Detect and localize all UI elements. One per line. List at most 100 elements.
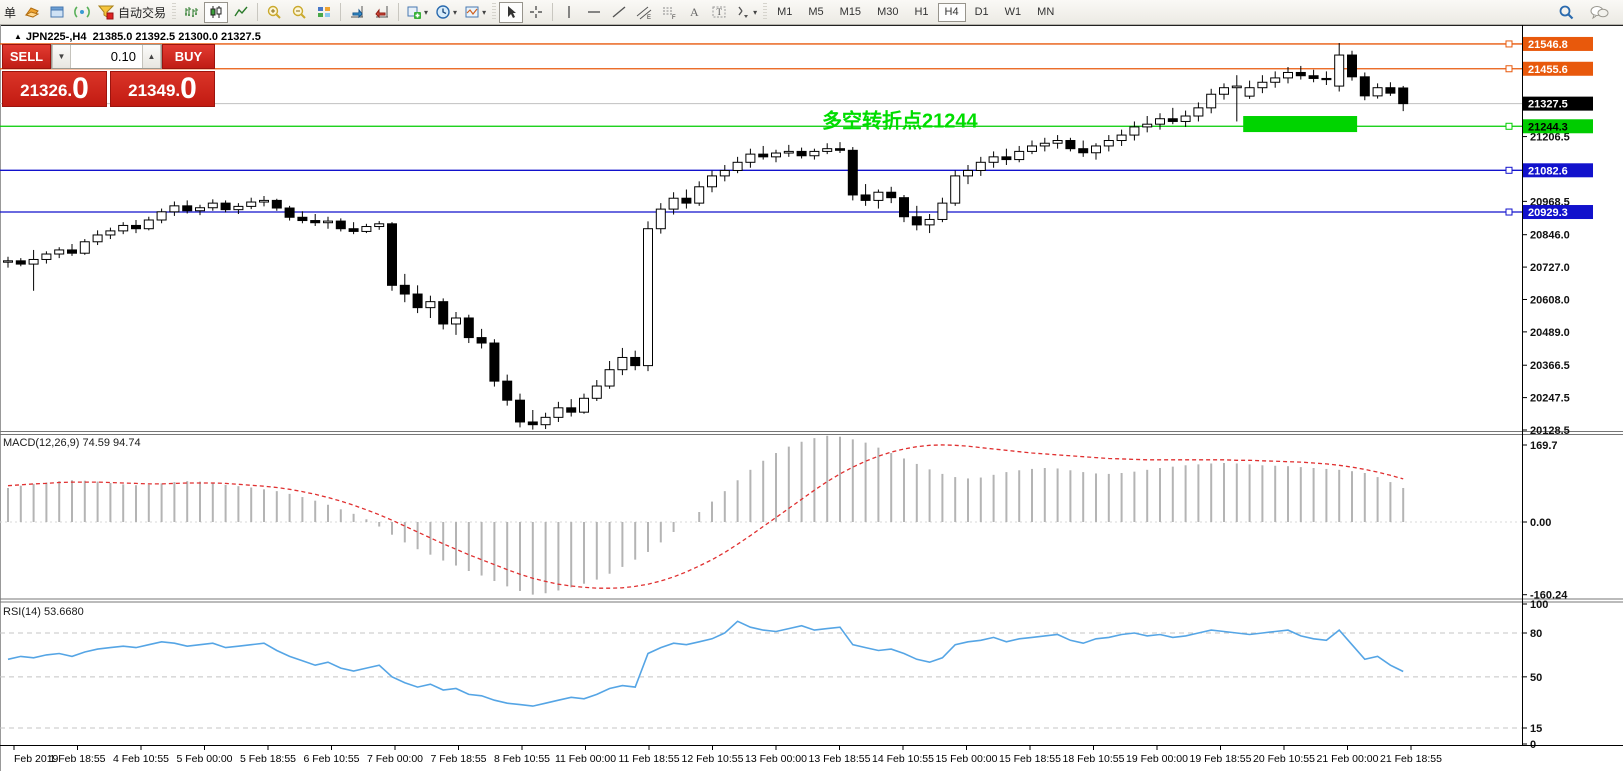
bull-candle-body xyxy=(80,242,89,253)
price-tick-label: 20247.5 xyxy=(1530,393,1570,405)
chinese-annotation[interactable]: 多空转折点21244 xyxy=(822,108,978,132)
price-badge-label: 21244.3 xyxy=(1528,121,1568,133)
price-tick-label: 20489.0 xyxy=(1530,327,1570,339)
zoom-in-icon[interactable] xyxy=(262,2,286,23)
bull-candle-body xyxy=(196,208,205,211)
bull-candle-body xyxy=(951,176,960,203)
price-tick-label: 20128.5 xyxy=(1530,425,1570,437)
timeframe-W1[interactable]: W1 xyxy=(998,3,1029,22)
chart-canvas[interactable]: 多空转折点2124421206.520968.520846.020727.020… xyxy=(0,25,1623,771)
tile-windows-icon[interactable] xyxy=(312,2,336,23)
auto-scroll-icon[interactable] xyxy=(345,2,369,23)
volume-decrease-button[interactable]: ▼ xyxy=(52,45,71,68)
chart-title: ▲JPN225-,H4 21385.0 21392.5 21300.0 2132… xyxy=(14,31,261,43)
chat-icon[interactable] xyxy=(1586,2,1612,23)
signal-icon[interactable] xyxy=(70,2,94,23)
bull-candle-body xyxy=(554,408,563,418)
bear-candle-body xyxy=(682,198,691,203)
chart-shift-icon[interactable] xyxy=(370,2,394,23)
timeframe-M15[interactable]: M15 xyxy=(833,3,868,22)
periods-dropdown[interactable]: ▾ xyxy=(432,2,460,23)
green-rectangle-object[interactable] xyxy=(1243,116,1357,132)
book-icon[interactable] xyxy=(20,2,44,23)
horizontal-line-icon[interactable] xyxy=(582,2,606,23)
price-tick-label: 20727.0 xyxy=(1530,262,1570,274)
vertical-line-icon[interactable] xyxy=(557,2,581,23)
trend-line-icon[interactable] xyxy=(607,2,631,23)
bull-candle-body xyxy=(746,154,755,162)
line-handle[interactable] xyxy=(1506,167,1512,173)
line-handle[interactable] xyxy=(1506,66,1512,72)
line-chart-icon[interactable] xyxy=(229,2,253,23)
bear-candle-body xyxy=(1066,141,1075,149)
time-tick-label: 14 Feb 10:55 xyxy=(872,753,934,765)
cursor-icon[interactable] xyxy=(499,2,523,23)
candle xyxy=(644,221,653,371)
zoom-out-icon[interactable] xyxy=(287,2,311,23)
bull-candle-body xyxy=(1232,86,1241,88)
timeframe-H4[interactable]: H4 xyxy=(938,3,966,22)
new-order-label: 单 xyxy=(4,4,16,21)
fibonacci-icon[interactable]: F xyxy=(657,2,681,23)
toolbar-grip xyxy=(492,3,496,21)
buy-button[interactable]: BUY xyxy=(162,44,215,69)
bull-candle-body xyxy=(1015,151,1024,159)
bull-candle-body xyxy=(938,203,947,219)
timeframe-MN[interactable]: MN xyxy=(1030,3,1061,22)
time-tick-label: 11 Feb 18:55 xyxy=(618,753,679,765)
bull-candle-body xyxy=(1194,108,1203,116)
volume-input[interactable]: 0.10 xyxy=(71,45,142,68)
bull-candle-body xyxy=(1104,141,1113,146)
timeframe-M5[interactable]: M5 xyxy=(801,3,830,22)
bull-candle-body xyxy=(157,212,166,220)
search-icon[interactable] xyxy=(1554,2,1578,23)
auto-trading-button[interactable]: 自动交易 xyxy=(95,2,169,23)
sell-price-button[interactable]: 21326.0 xyxy=(2,71,107,107)
sell-button[interactable]: SELL xyxy=(2,44,51,69)
line-handle[interactable] xyxy=(1506,41,1512,47)
bull-candle-body xyxy=(669,198,678,209)
bear-candle-body xyxy=(567,408,576,412)
arrows-dropdown[interactable]: ▾ xyxy=(732,2,760,23)
bull-candle-body xyxy=(106,231,115,235)
bull-candle-body xyxy=(362,227,371,232)
bull-candle-body xyxy=(1373,88,1382,96)
equidistant-channel-icon[interactable]: E xyxy=(632,2,656,23)
bull-candle-body xyxy=(144,220,153,229)
bull-candle-body xyxy=(1207,94,1216,108)
crosshair-icon[interactable] xyxy=(524,2,548,23)
timeframe-H1[interactable]: H1 xyxy=(907,3,935,22)
candle xyxy=(1360,72,1369,100)
timeframe-M30[interactable]: M30 xyxy=(870,3,905,22)
templates-dropdown[interactable]: ▾ xyxy=(461,2,489,23)
one-click-trading-panel: SELL ▼ 0.10 ▲ BUY 21326.0 21349.0 xyxy=(2,44,215,107)
timeframe-M1[interactable]: M1 xyxy=(770,3,799,22)
bull-candle-body xyxy=(1092,146,1101,153)
candlestick-chart-icon[interactable] xyxy=(204,2,228,23)
svg-text:E: E xyxy=(647,15,651,20)
chart-window-icon[interactable] xyxy=(45,2,69,23)
timeframe-D1[interactable]: D1 xyxy=(968,3,996,22)
bull-candle-body xyxy=(644,229,653,366)
price-badge-label: 21546.8 xyxy=(1528,39,1568,51)
time-tick-label: 15 Feb 00:00 xyxy=(936,753,998,765)
new-chart-dropdown[interactable]: ▾ xyxy=(403,2,431,23)
bear-candle-body xyxy=(912,217,921,225)
bear-candle-body xyxy=(311,221,320,223)
text-label-icon[interactable]: T xyxy=(707,2,731,23)
buy-price-button[interactable]: 21349.0 xyxy=(110,71,215,107)
bar-chart-icon[interactable] xyxy=(179,2,203,23)
candle xyxy=(490,339,499,386)
line-handle[interactable] xyxy=(1506,209,1512,215)
bear-candle-body xyxy=(413,294,422,308)
toolbar: 单 自动交易 ▾ ▾ ▾ E F A T ▾ M1M xyxy=(0,0,1623,25)
bear-candle-body xyxy=(477,338,486,343)
text-icon[interactable]: A xyxy=(682,2,706,23)
line-handle[interactable] xyxy=(1506,123,1512,129)
volume-increase-button[interactable]: ▲ xyxy=(142,45,161,68)
new-order-button[interactable]: 单 xyxy=(1,2,19,23)
toolbar-separator xyxy=(398,3,399,21)
bear-candle-body xyxy=(1360,77,1369,96)
bear-candle-body xyxy=(528,422,537,425)
time-tick-label: 19 Feb 00:00 xyxy=(1126,753,1188,765)
